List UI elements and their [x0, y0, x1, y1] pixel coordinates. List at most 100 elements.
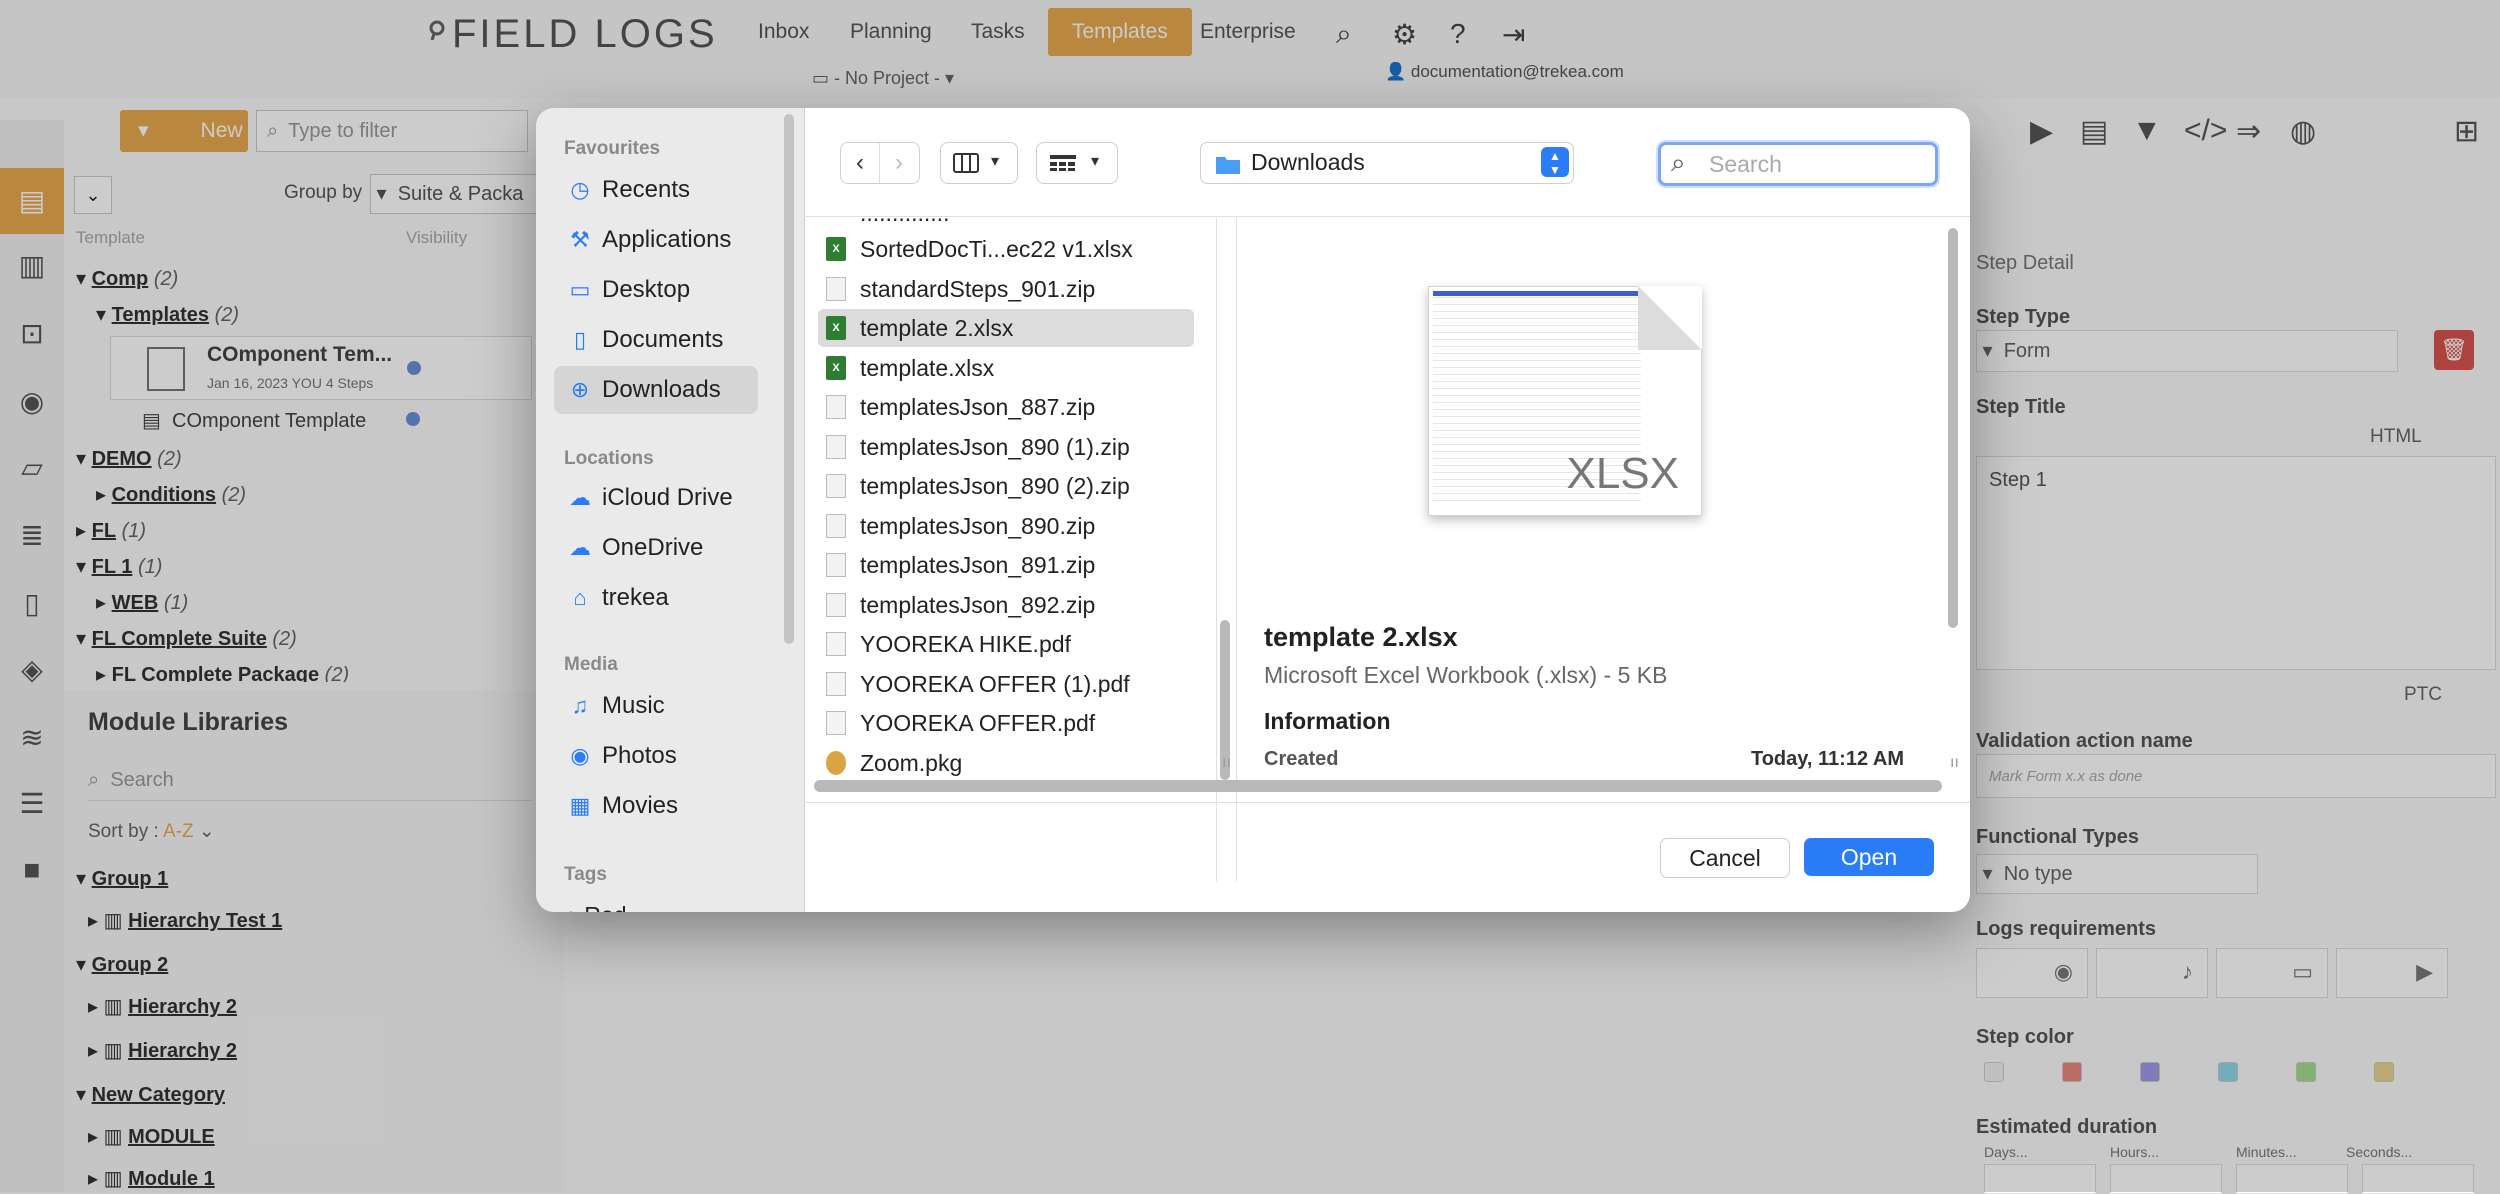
- forward-button[interactable]: ›: [880, 143, 918, 183]
- excel-file-icon: X: [826, 355, 846, 380]
- file-row[interactable]: YOOREKA OFFER (1).pdf: [818, 665, 1194, 703]
- pdf-file-icon: [826, 632, 846, 656]
- zip-file-icon: [826, 592, 846, 617]
- horizontal-scrollbar[interactable]: [814, 780, 1942, 792]
- file-row[interactable]: templatesJson_890 (1).zip: [818, 428, 1194, 466]
- music-icon: ♫: [571, 693, 589, 718]
- clock-icon: ◷: [570, 177, 590, 202]
- file-name: YOOREKA OFFER (1).pdf: [860, 670, 1130, 697]
- preview-file-kind: Microsoft Excel Workbook (.xlsx) - 5 KB: [1264, 662, 1668, 688]
- nav-button-group: ‹ ›: [840, 142, 920, 184]
- downloads-icon: ⊕: [570, 377, 590, 402]
- sidebar-item-photos[interactable]: ◉ Photos: [554, 732, 758, 780]
- sidebar-item-applications[interactable]: ⚒ Applications: [554, 216, 758, 264]
- location-select[interactable]: Downloads ▲ ▼: [1200, 142, 1574, 184]
- sidebar-scrollbar[interactable]: [784, 114, 794, 644]
- favourites-heading: Favourites: [564, 138, 661, 159]
- file-name: template 2.xlsx: [860, 315, 1014, 341]
- sidebar-item-label: Movies: [602, 792, 679, 819]
- sidebar-item-downloads[interactable]: ⊕ Downloads: [554, 366, 758, 414]
- view-mode-button[interactable]: ▾: [940, 142, 1018, 184]
- sidebar-item-label: Documents: [602, 326, 724, 353]
- file-row[interactable]: templatesJson_890 (2).zip: [818, 467, 1194, 505]
- column-resize-handle[interactable]: ıı: [1950, 754, 1959, 772]
- sidebar-item-label: OneDrive: [602, 534, 704, 561]
- file-row[interactable]: standardSteps_901.zip: [818, 270, 1194, 308]
- applications-icon: ⚒: [570, 227, 590, 252]
- file-name: templatesJson_891.zip: [860, 552, 1096, 578]
- back-button[interactable]: ‹: [841, 143, 880, 183]
- toolbar-divider: [804, 216, 1970, 217]
- file-name: Zoom.pkg: [860, 749, 963, 776]
- package-file-icon: [826, 750, 846, 775]
- search-field[interactable]: ⌕ Search: [1658, 142, 1938, 186]
- file-row[interactable]: templatesJson_892.zip: [818, 586, 1194, 624]
- search-icon: ⌕: [1671, 147, 1686, 177]
- file-row[interactable]: YOOREKA OFFER.pdf: [818, 704, 1194, 742]
- file-name: templatesJson_887.zip: [860, 394, 1096, 420]
- sidebar-item-label: Desktop: [602, 276, 691, 303]
- file-name: templatesJson_892.zip: [860, 591, 1096, 618]
- created-label: Created: [1264, 748, 1339, 770]
- created-value: Today, 11:12 AM: [1750, 748, 1904, 770]
- file-name: template.xlsx: [860, 354, 995, 381]
- zip-file-icon: [826, 395, 846, 419]
- footer-divider: [804, 802, 1970, 803]
- zip-file-icon: [826, 276, 846, 301]
- file-row[interactable]: templatesJson_891.zip: [818, 546, 1194, 584]
- zip-file-icon: [826, 474, 846, 498]
- sidebar-item-desktop[interactable]: ▭ Desktop: [554, 266, 758, 314]
- cancel-button[interactable]: Cancel: [1660, 838, 1790, 878]
- grid-view-icon: [1050, 155, 1076, 171]
- file-name: YOOREKA OFFER.pdf: [860, 710, 1096, 736]
- file-name: standardSteps_901.zip: [860, 275, 1096, 302]
- sidebar-tag-red[interactable]: ● Red: [564, 902, 784, 912]
- preview-scrollbar[interactable]: [1948, 228, 1958, 628]
- sidebar-item-label: Photos: [602, 742, 677, 769]
- sidebar-item-trekea[interactable]: ⌂ trekea: [554, 574, 758, 622]
- sidebar-item-documents[interactable]: ▯ Documents: [554, 316, 758, 364]
- cloud-icon: ☁: [569, 485, 591, 510]
- pdf-file-icon: [826, 671, 846, 696]
- cloud-icon: ☁: [569, 535, 591, 560]
- file-name: SortedDocTi...ec22 v1.xlsx: [860, 236, 1133, 262]
- file-row[interactable]: Zoom.pkg: [818, 744, 1194, 782]
- sidebar-item-icloud-drive[interactable]: ☁ iCloud Drive: [554, 474, 758, 522]
- sidebar-item-label: trekea: [602, 584, 669, 611]
- sidebar-item-music[interactable]: ♫ Music: [554, 682, 758, 730]
- columns-view-icon: [953, 153, 979, 173]
- file-row[interactable]: Xtemplate 2.xlsx: [818, 309, 1194, 347]
- file-name: templatesJson_890 (1).zip: [860, 433, 1130, 460]
- sidebar-item-label: Recents: [602, 176, 691, 203]
- updown-chevron-icon: ▲ ▼: [1541, 147, 1569, 177]
- chevron-down-icon: ▾: [1091, 153, 1100, 170]
- sidebar-item-recents[interactable]: ◷ Recents: [554, 166, 758, 214]
- file-row[interactable]: Xtemplate.xlsx: [818, 349, 1194, 387]
- sidebar-item-movies[interactable]: ▦ Movies: [554, 782, 758, 830]
- preview-file-name: template 2.xlsx: [1264, 622, 1458, 652]
- file-row[interactable]: templatesJson_887.zip: [818, 388, 1194, 426]
- file-name: templatesJson_890 (2).zip: [860, 473, 1130, 499]
- camera-icon: ◉: [570, 743, 590, 768]
- drive-icon: ⌂: [573, 585, 587, 610]
- sidebar-item-onedrive[interactable]: ☁ OneDrive: [554, 524, 758, 572]
- file-type-badge: XLSX: [1566, 449, 1679, 498]
- file-name: templatesJson_890.zip: [860, 512, 1096, 539]
- column-resize-handle[interactable]: ıı: [1222, 754, 1231, 772]
- file-partial-row: ..............: [860, 218, 949, 227]
- pdf-file-icon: [826, 711, 846, 735]
- file-row[interactable]: templatesJson_890.zip: [818, 507, 1194, 545]
- file-row[interactable]: YOOREKA HIKE.pdf: [818, 625, 1194, 663]
- chevron-down-icon: ▾: [991, 153, 1000, 170]
- dialog-sidebar: Favourites ◷ Recents ⚒ Applications ▭ Desktop…: [536, 108, 805, 912]
- documents-icon: ▯: [573, 327, 587, 352]
- zip-file-icon: [826, 553, 846, 577]
- desktop-icon: ▭: [569, 277, 591, 302]
- group-mode-button[interactable]: ▾: [1036, 142, 1118, 184]
- zip-file-icon: [826, 513, 846, 538]
- excel-file-icon: X: [826, 237, 846, 261]
- tags-heading: Tags: [564, 864, 607, 885]
- file-row[interactable]: X SortedDocTi...ec22 v1.xlsx: [818, 230, 1194, 268]
- sidebar-item-label: Applications: [602, 226, 732, 253]
- open-button[interactable]: Open: [1804, 838, 1934, 876]
